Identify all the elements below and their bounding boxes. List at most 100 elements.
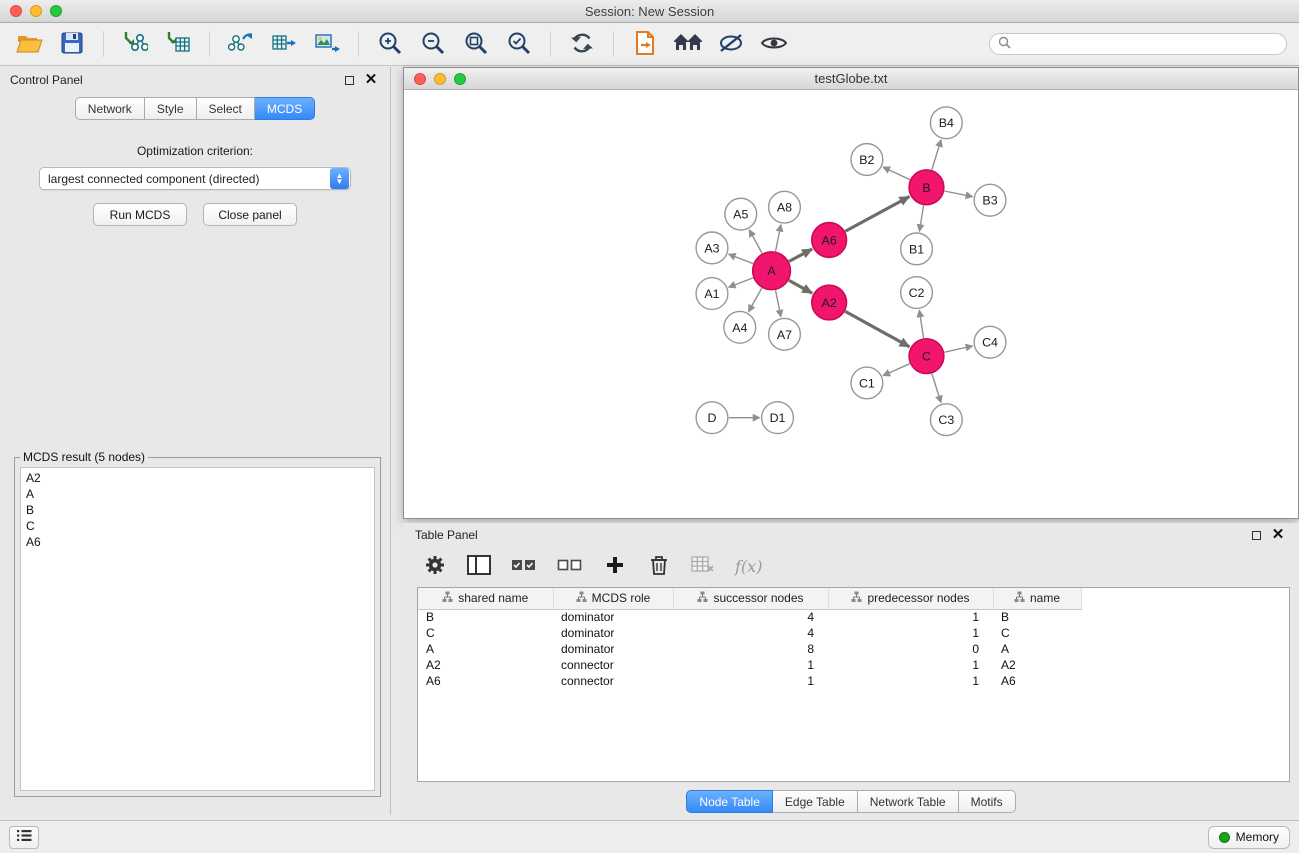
optimization-criterion-select[interactable]: largest connected component (directed) ▲… <box>39 167 351 190</box>
node-A7[interactable]: A7 <box>769 318 801 350</box>
table-row[interactable]: Adominator80A <box>418 641 1081 657</box>
import-table-button[interactable] <box>159 27 197 61</box>
node-A2[interactable]: A2 <box>812 285 847 320</box>
mcds-result-item[interactable]: A6 <box>26 534 369 550</box>
node-C1[interactable]: C1 <box>851 367 883 399</box>
graphics-details-button[interactable] <box>712 27 750 61</box>
table-row[interactable]: Cdominator41C <box>418 625 1081 641</box>
edge-A-A5[interactable] <box>749 230 762 253</box>
node-C[interactable]: C <box>909 339 944 374</box>
column-header-name[interactable]: name <box>993 588 1081 609</box>
first-neighbors-button[interactable] <box>626 27 664 61</box>
node-C3[interactable]: C3 <box>930 404 962 436</box>
float-panel-button[interactable] <box>340 72 358 88</box>
close-window-button[interactable] <box>10 5 22 17</box>
select-all-button[interactable] <box>511 552 537 580</box>
zoom-fit-button[interactable] <box>457 27 495 61</box>
table-row[interactable]: A2connector11A2 <box>418 657 1081 673</box>
table-row[interactable]: A6connector11A6 <box>418 673 1081 689</box>
tab-network-table[interactable]: Network Table <box>858 790 959 813</box>
edge-A2-C[interactable] <box>845 311 909 346</box>
minimize-window-button[interactable] <box>30 5 42 17</box>
task-history-button[interactable] <box>9 826 39 849</box>
zoom-window-button[interactable] <box>50 5 62 17</box>
float-panel-button[interactable] <box>1247 527 1265 543</box>
node-A4[interactable]: A4 <box>724 311 756 343</box>
column-header-shared-name[interactable]: shared name <box>418 588 553 609</box>
network-window-titlebar[interactable]: testGlobe.txt <box>404 68 1298 90</box>
node-B1[interactable]: B1 <box>901 233 933 265</box>
mcds-result-item[interactable]: C <box>26 518 369 534</box>
tab-style[interactable]: Style <box>145 97 197 120</box>
minimize-window-button[interactable] <box>434 73 446 85</box>
search-box[interactable] <box>989 33 1287 55</box>
save-session-button[interactable] <box>53 27 91 61</box>
edge-C-C3[interactable] <box>932 374 941 403</box>
column-header-successor-nodes[interactable]: successor nodes <box>673 588 828 609</box>
node-D[interactable]: D <box>696 402 728 434</box>
tab-select[interactable]: Select <box>197 97 255 120</box>
run-mcds-button[interactable]: Run MCDS <box>93 203 187 226</box>
node-A3[interactable]: A3 <box>696 232 728 264</box>
tab-network[interactable]: Network <box>75 97 145 120</box>
zoom-selected-button[interactable] <box>500 27 538 61</box>
node-B4[interactable]: B4 <box>930 107 962 139</box>
edge-A6-B[interactable] <box>845 197 909 232</box>
node-B3[interactable]: B3 <box>974 184 1006 216</box>
export-table-button[interactable] <box>265 27 303 61</box>
tab-edge-table[interactable]: Edge Table <box>773 790 858 813</box>
network-canvas[interactable]: B4 B2 B B3 A8 A5 A6 B1 A3 A C2 A1 A2 A4 A7 C C4 C1 C3 D D1 <box>405 91 1297 517</box>
zoom-window-button[interactable] <box>454 73 466 85</box>
table-settings-button[interactable] <box>423 552 447 580</box>
node-D1[interactable]: D1 <box>762 402 794 434</box>
close-panel-button[interactable]: ✕ <box>1269 527 1287 543</box>
close-panel-button[interactable]: ✕ <box>362 72 380 88</box>
tab-node-table[interactable]: Node Table <box>686 790 773 813</box>
column-header-mcds-role[interactable]: MCDS role <box>553 588 673 609</box>
tab-motifs[interactable]: Motifs <box>959 790 1016 813</box>
show-hide-panel-button[interactable] <box>755 27 793 61</box>
function-builder-button[interactable]: f(x) <box>735 552 762 580</box>
node-A[interactable]: A <box>753 252 791 290</box>
mcds-result-list[interactable]: A2ABCA6 <box>20 467 375 791</box>
node-A6[interactable]: A6 <box>812 223 847 258</box>
node-C4[interactable]: C4 <box>974 326 1006 358</box>
zoom-out-button[interactable] <box>414 27 452 61</box>
tab-mcds[interactable]: MCDS <box>255 97 315 120</box>
open-session-button[interactable] <box>10 27 48 61</box>
close-mcds-panel-button[interactable]: Close panel <box>203 203 297 226</box>
show-columns-button[interactable] <box>467 552 491 580</box>
edge-C-C1[interactable] <box>883 364 910 376</box>
node-B[interactable]: B <box>909 170 944 205</box>
table-row[interactable]: Bdominator41B <box>418 609 1081 625</box>
edge-C-C2[interactable] <box>919 310 923 338</box>
delete-column-button[interactable] <box>647 552 671 580</box>
node-A1[interactable]: A1 <box>696 278 728 310</box>
node-B2[interactable]: B2 <box>851 144 883 176</box>
edge-A-A2[interactable] <box>789 280 812 293</box>
edge-B-B4[interactable] <box>932 140 941 170</box>
home-button[interactable] <box>669 27 707 61</box>
edge-A-A8[interactable] <box>776 225 781 252</box>
refresh-button[interactable] <box>563 27 601 61</box>
edge-B-B3[interactable] <box>944 191 972 197</box>
deselect-all-button[interactable] <box>557 552 583 580</box>
edge-A-A3[interactable] <box>729 254 753 263</box>
add-column-button[interactable] <box>603 552 627 580</box>
close-window-button[interactable] <box>414 73 426 85</box>
node-A5[interactable]: A5 <box>725 198 757 230</box>
edge-A-A6[interactable] <box>789 249 812 261</box>
search-input[interactable] <box>1016 37 1278 51</box>
node-A8[interactable]: A8 <box>769 191 801 223</box>
export-image-button[interactable] <box>308 27 346 61</box>
zoom-in-button[interactable] <box>371 27 409 61</box>
edge-B-B2[interactable] <box>883 167 910 180</box>
edge-C-C4[interactable] <box>944 346 972 352</box>
edge-A-A1[interactable] <box>729 278 753 287</box>
node-C2[interactable]: C2 <box>901 277 933 309</box>
import-network-button[interactable] <box>116 27 154 61</box>
mcds-result-item[interactable]: B <box>26 502 369 518</box>
mcds-result-item[interactable]: A2 <box>26 470 369 486</box>
export-network-button[interactable] <box>222 27 260 61</box>
column-header-predecessor-nodes[interactable]: predecessor nodes <box>828 588 993 609</box>
